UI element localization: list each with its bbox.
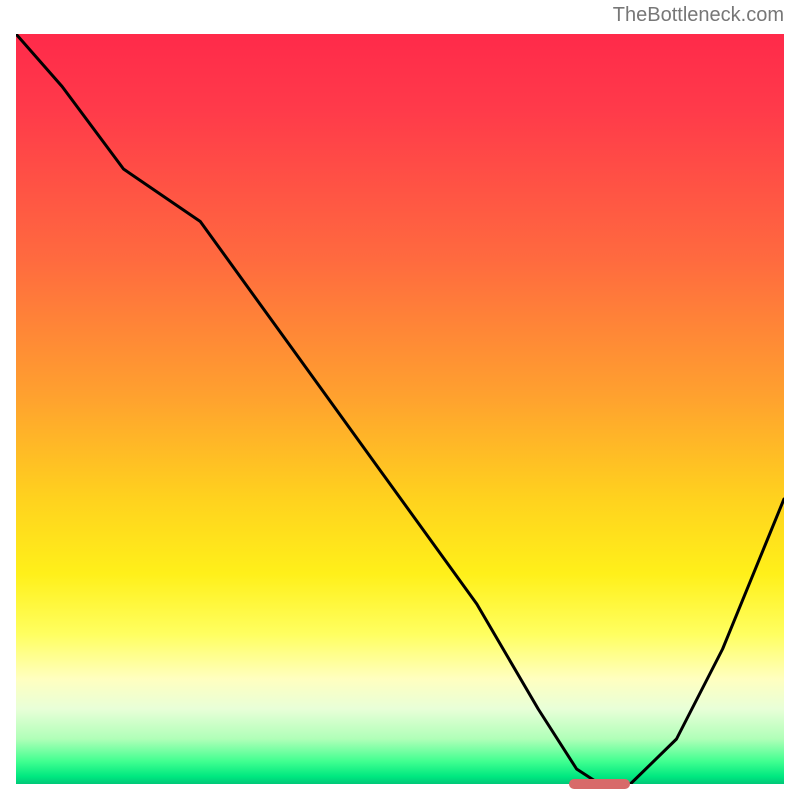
chart-frame: TheBottleneck.com (0, 0, 800, 800)
curve-svg (16, 34, 784, 784)
minimum-marker (569, 779, 630, 789)
chart-plot-area (16, 34, 784, 784)
watermark-text: TheBottleneck.com (613, 4, 784, 27)
